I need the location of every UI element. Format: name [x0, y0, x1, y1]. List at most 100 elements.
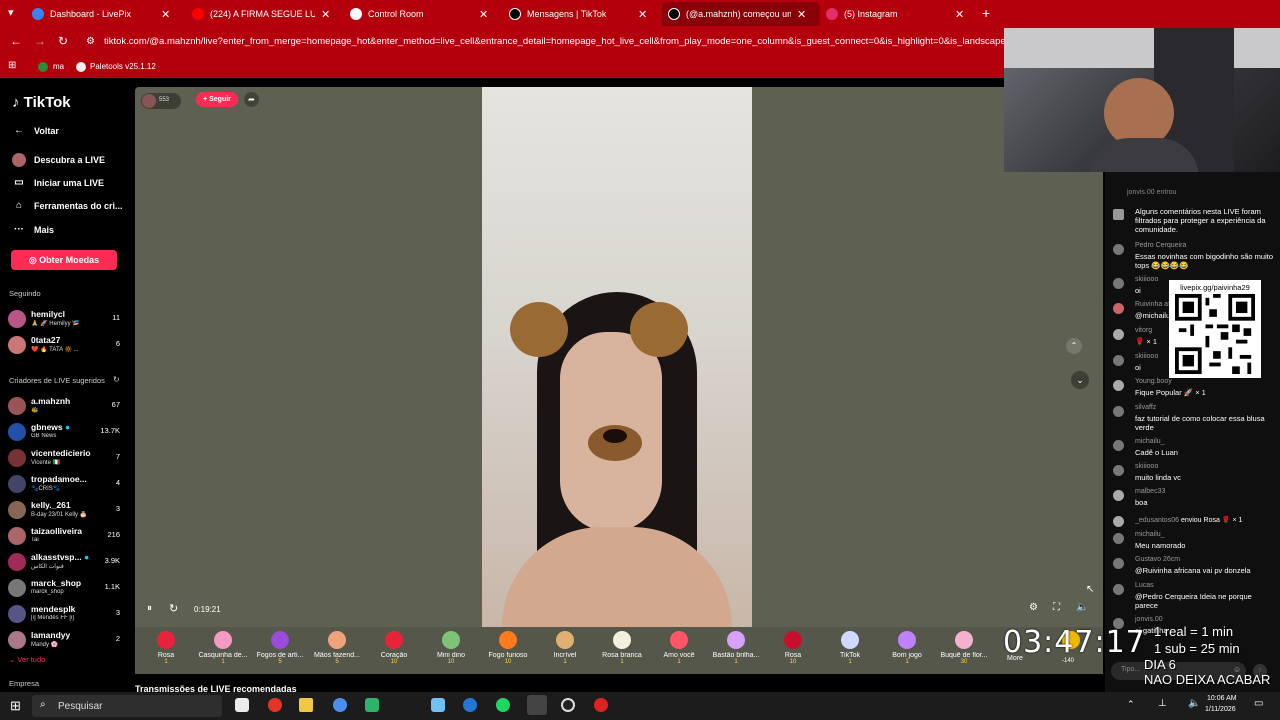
- chrome-icon[interactable]: [333, 698, 347, 712]
- gift-item[interactable]: Mini dino 10: [423, 631, 479, 665]
- edge-icon[interactable]: [463, 698, 477, 712]
- tab-tiktok-live[interactable]: (@a.mahznh) começou um LIVE ✕: [662, 2, 820, 26]
- forward-icon[interactable]: →: [34, 34, 46, 48]
- chat-user[interactable]: Ruivinha af: [1135, 301, 1170, 308]
- chat-user[interactable]: vitorg: [1135, 327, 1152, 334]
- chat-user[interactable]: michailu_: [1135, 531, 1165, 538]
- gift-item[interactable]: Rosa branca 1: [594, 631, 650, 665]
- chat-user[interactable]: skiiiooo: [1135, 276, 1158, 283]
- nav-creator-tools[interactable]: ⌂ Ferramentas do cri...: [12, 200, 123, 211]
- file-explorer-icon[interactable]: [299, 698, 313, 712]
- chat-user[interactable]: skiiiooo: [1135, 463, 1158, 470]
- chat-user[interactable]: skiiiooo: [1135, 353, 1158, 360]
- suggested-user[interactable]: a.mahznh 🐝 67: [8, 395, 123, 419]
- whatsapp-icon[interactable]: [365, 698, 379, 712]
- gift-item[interactable]: Rosa 1: [138, 631, 194, 665]
- suggested-user[interactable]: vicentedicierio Vicente 🇮🇹 7: [8, 447, 123, 471]
- close-icon[interactable]: ✕: [638, 8, 647, 21]
- tab-list-icon[interactable]: ▾: [8, 6, 14, 19]
- chevron-up-icon[interactable]: ⌃: [1066, 338, 1082, 354]
- following-user[interactable]: 0tata27 ❤️ 🔥 TATA 🔆 ... 6: [8, 334, 123, 358]
- close-icon[interactable]: ✕: [797, 8, 806, 21]
- chrome-active-icon[interactable]: [527, 695, 547, 715]
- suggested-user[interactable]: kelly._261 B-day 23/01 Kelly 🎂 3: [8, 499, 123, 523]
- tab-livepix[interactable]: Dashboard - LivePix ✕: [26, 4, 184, 24]
- gift-item[interactable]: Casquinha de... 1: [195, 631, 251, 665]
- volume-icon[interactable]: 🔈: [1188, 698, 1200, 709]
- tab-control-room[interactable]: Control Room ✕: [344, 4, 502, 24]
- back-icon[interactable]: ←: [10, 34, 22, 48]
- pause-icon[interactable]: ⏸: [147, 603, 152, 614]
- live-video[interactable]: [482, 87, 752, 627]
- tab-instagram[interactable]: (5) Instagram ✕: [820, 4, 978, 24]
- usb-icon[interactable]: ⊥: [1158, 698, 1167, 709]
- close-icon[interactable]: ✕: [479, 8, 488, 21]
- suggested-user[interactable]: marck_shop marck_shop 1.1K: [8, 577, 123, 601]
- gift-item[interactable]: Incrível 1: [537, 631, 593, 665]
- chat-user[interactable]: Lucas: [1135, 582, 1154, 589]
- tiktok-logo[interactable]: ♪ TikTok: [12, 94, 71, 111]
- refresh-icon[interactable]: ↻: [113, 375, 120, 384]
- gift-item[interactable]: TikTok 1: [822, 631, 878, 665]
- get-coins-button[interactable]: ◎ Obter Moedas: [11, 250, 117, 270]
- gift-item[interactable]: Rosa 10: [765, 631, 821, 665]
- host-info[interactable]: 553: [141, 93, 181, 109]
- chat-user[interactable]: _edusantos06: [1135, 517, 1179, 524]
- follow-button[interactable]: + Seguir: [196, 92, 238, 107]
- volume-icon[interactable]: 🔈: [1076, 602, 1088, 613]
- chat-user[interactable]: Pedro Cerqueira: [1135, 242, 1186, 249]
- site-info-icon[interactable]: ⚙: [86, 36, 95, 47]
- nav-back[interactable]: ← Voltar: [12, 125, 59, 136]
- clock-time[interactable]: 10:06 AM: [1207, 695, 1237, 702]
- reload-icon[interactable]: ↻: [58, 34, 68, 48]
- apps-icon[interactable]: ⊞: [8, 60, 16, 71]
- gift-item[interactable]: Bom jogo 1: [879, 631, 935, 665]
- close-icon[interactable]: ✕: [161, 8, 170, 21]
- task-view-icon[interactable]: [235, 698, 249, 712]
- windows-start-icon[interactable]: ⊞: [10, 698, 21, 714]
- gift-item[interactable]: Buquê de flor... 30: [936, 631, 992, 665]
- chevron-down-icon[interactable]: ⌄: [1071, 371, 1089, 389]
- chat-user[interactable]: Gustavo 26cm: [1135, 556, 1180, 563]
- notepad-icon[interactable]: [431, 698, 445, 712]
- nav-discover-live[interactable]: Descubra a LIVE: [12, 153, 105, 167]
- nav-start-live[interactable]: ▭ Iniciar uma LIVE: [12, 177, 104, 188]
- gift-item[interactable]: Fogo furioso 10: [480, 631, 536, 665]
- suggested-user[interactable]: lamandyy Mandy 🌸 2: [8, 629, 123, 653]
- chat-user[interactable]: silvaffz: [1135, 404, 1156, 411]
- gift-item[interactable]: Mãos fazend... 5: [309, 631, 365, 665]
- suggested-user[interactable]: tropadamoe... 🐾CRIS🐾 4: [8, 473, 123, 497]
- suggested-user[interactable]: alkasstvsp... ● قنوات الكاس 3.9K: [8, 551, 123, 575]
- suggested-user[interactable]: gbnews ● GB News 13.7K: [8, 421, 123, 445]
- gift-item[interactable]: Fogos de arti... 5: [252, 631, 308, 665]
- refresh-icon[interactable]: ↻: [169, 602, 178, 615]
- close-icon[interactable]: ✕: [321, 8, 330, 21]
- taskbar-search[interactable]: ⌕ Pesquisar: [32, 695, 222, 717]
- chat-user[interactable]: malbec33: [1135, 488, 1165, 495]
- app-icon[interactable]: [268, 698, 282, 712]
- obs-icon[interactable]: [561, 698, 575, 712]
- tab-messages[interactable]: Mensagens | TikTok ✕: [503, 4, 661, 24]
- bookmark-paletools[interactable]: Paletools v25.1.12: [90, 62, 156, 71]
- notification-icon[interactable]: ▭: [1254, 698, 1263, 709]
- nav-more[interactable]: ··· Mais: [12, 224, 54, 235]
- new-tab-button[interactable]: +: [982, 5, 990, 21]
- clock-date[interactable]: 1/11/2026: [1205, 706, 1236, 713]
- chat-user[interactable]: jonvis.00: [1135, 616, 1163, 623]
- gift-item[interactable]: Amo você 1: [651, 631, 707, 665]
- suggested-user[interactable]: mendesplk [i] Mendes FF [i] 3: [8, 603, 123, 627]
- chat-user[interactable]: Young.booy: [1135, 378, 1172, 385]
- see-all-link[interactable]: ⌄ Ver tudo: [9, 655, 45, 664]
- fullscreen-icon[interactable]: ⛶: [1053, 602, 1060, 613]
- suggested-user[interactable]: taizaolliveira Tai 216: [8, 525, 123, 549]
- tray-chevron-icon[interactable]: ⌃: [1127, 699, 1135, 710]
- app-icon-2[interactable]: [594, 698, 608, 712]
- close-icon[interactable]: ✕: [955, 8, 964, 21]
- share-icon[interactable]: ➦: [244, 92, 259, 107]
- settings-icon[interactable]: ⚙: [1029, 602, 1038, 613]
- spotify-icon[interactable]: [496, 698, 510, 712]
- url-field[interactable]: tiktok.com/@a.mahznh/live?enter_from_mer…: [104, 36, 1004, 47]
- bookmark-ma[interactable]: ma: [53, 62, 64, 71]
- gift-item[interactable]: Coração 10: [366, 631, 422, 665]
- tab-youtube[interactable]: (224) A FIRMA SEGUE LUCRANDO ✕: [186, 4, 344, 24]
